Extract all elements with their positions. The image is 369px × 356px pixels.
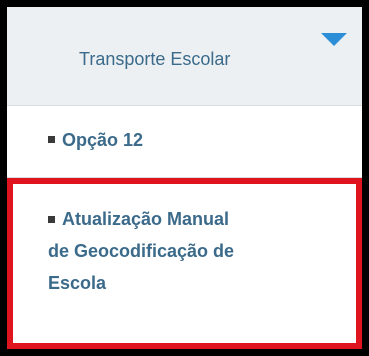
- menu-item-label: Atualização Manual de Geocodificação de …: [48, 203, 302, 299]
- square-bullet-icon: [48, 136, 55, 143]
- caret-down-icon[interactable]: [321, 33, 347, 46]
- menu-item-label-line-2: de Geocodificação de: [48, 241, 235, 261]
- menu-item-opcao-12[interactable]: Opção 12: [7, 106, 362, 178]
- menu-item-label-line-1: Atualização Manual: [62, 209, 230, 229]
- menu-header-title: Transporte Escolar: [79, 49, 231, 69]
- menu-item-label-line-3: Escola: [48, 273, 107, 293]
- menu-panel: Transporte Escolar Opção 12 Atualização …: [0, 0, 369, 356]
- menu-item-atualizacao-manual[interactable]: Atualização Manual de Geocodificação de …: [7, 178, 362, 349]
- menu-item-label: Opção 12: [62, 130, 144, 150]
- square-bullet-icon: [48, 216, 55, 223]
- menu-header[interactable]: Transporte Escolar: [7, 7, 362, 106]
